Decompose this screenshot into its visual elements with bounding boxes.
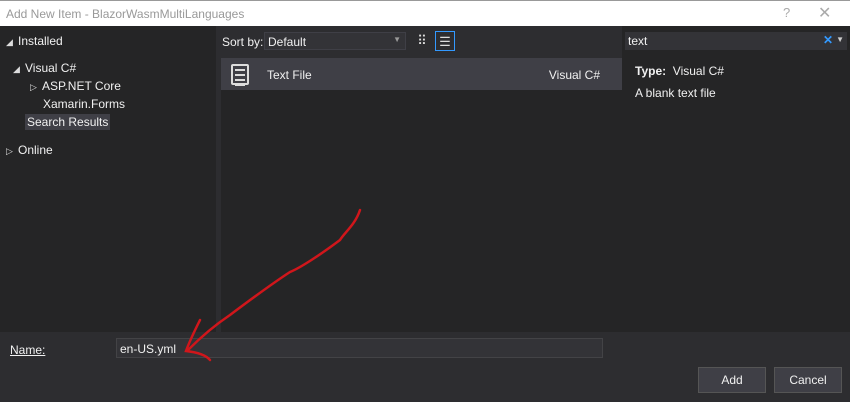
red-arrow-annotation — [184, 208, 362, 362]
